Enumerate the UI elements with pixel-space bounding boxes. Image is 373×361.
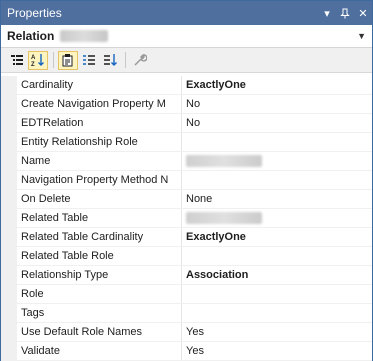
row-gutter — [1, 247, 17, 265]
property-row[interactable]: On Delete None — [1, 190, 372, 209]
property-value[interactable] — [182, 247, 372, 265]
row-gutter — [1, 171, 17, 189]
events-icon[interactable] — [79, 51, 99, 70]
row-gutter — [1, 342, 17, 360]
property-row[interactable]: Create Navigation Property M No — [1, 95, 372, 114]
title-bar: Properties ▾ ✕ — [1, 1, 372, 25]
row-gutter — [1, 285, 17, 303]
property-value[interactable] — [182, 152, 372, 170]
property-row[interactable]: Entity Relationship Role — [1, 133, 372, 152]
property-value[interactable]: Association — [182, 266, 372, 284]
property-name: Related Table Role — [17, 247, 182, 265]
row-gutter — [1, 95, 17, 113]
property-value[interactable] — [182, 133, 372, 151]
property-name: Tags — [17, 304, 182, 322]
property-row[interactable]: EDTRelation No — [1, 114, 372, 133]
property-row[interactable]: Related Table Cardinality ExactlyOne — [1, 228, 372, 247]
property-name: Navigation Property Method N — [17, 171, 182, 189]
property-row[interactable]: Related Table — [1, 209, 372, 228]
alphabetical-icon[interactable]: AZ — [28, 50, 48, 70]
row-gutter — [1, 304, 17, 322]
properties-toolbar: AZ — [1, 48, 372, 73]
property-value[interactable] — [182, 285, 372, 303]
property-name: Validate — [17, 342, 182, 360]
property-value[interactable]: Yes — [182, 323, 372, 341]
property-name: Related Table Cardinality — [17, 228, 182, 246]
row-gutter — [1, 152, 17, 170]
property-row[interactable]: Relationship Type Association — [1, 266, 372, 285]
row-gutter — [1, 133, 17, 151]
properties-icon[interactable] — [58, 50, 78, 70]
sort-icon[interactable] — [100, 51, 120, 70]
property-name: Cardinality — [17, 76, 182, 94]
property-value[interactable]: No — [182, 95, 372, 113]
property-grid: Cardinality ExactlyOne Create Navigation P… — [1, 76, 372, 361]
object-name-redacted — [60, 30, 109, 42]
property-name: On Delete — [17, 190, 182, 208]
dropdown-arrow-icon[interactable]: ▾ — [318, 4, 336, 22]
property-row[interactable]: Use Default Role Names Yes — [1, 323, 372, 342]
property-name: EDTRelation — [17, 114, 182, 132]
property-row[interactable]: Related Table Role — [1, 247, 372, 266]
properties-window: Properties ▾ ✕ Relation ▼ AZ Cardinality… — [0, 0, 373, 361]
property-value[interactable]: ExactlyOne — [182, 228, 372, 246]
svg-text:Z: Z — [31, 62, 35, 67]
wrench-icon[interactable] — [130, 51, 150, 70]
property-row[interactable]: Name — [1, 152, 372, 171]
property-name: Use Default Role Names — [17, 323, 182, 341]
property-value[interactable]: Yes — [182, 342, 372, 360]
property-row[interactable]: Cardinality ExactlyOne — [1, 76, 372, 95]
row-gutter — [1, 190, 17, 208]
row-gutter — [1, 114, 17, 132]
property-row[interactable]: Validate Yes — [1, 342, 372, 361]
property-value[interactable] — [182, 304, 372, 322]
property-value[interactable] — [182, 209, 372, 227]
property-name: Role — [17, 285, 182, 303]
chevron-down-icon[interactable]: ▼ — [357, 31, 366, 41]
row-gutter — [1, 323, 17, 341]
row-gutter — [1, 76, 17, 94]
toolbar-separator — [53, 52, 54, 68]
toolbar-separator — [125, 52, 126, 68]
object-type-label: Relation — [7, 29, 55, 43]
object-selector[interactable]: Relation ▼ — [1, 25, 372, 48]
categorized-icon[interactable] — [7, 51, 27, 70]
row-gutter — [1, 209, 17, 227]
property-row[interactable]: Role — [1, 285, 372, 304]
redacted-value — [186, 212, 262, 224]
property-name: Relationship Type — [17, 266, 182, 284]
property-name: Entity Relationship Role — [17, 133, 182, 151]
property-row[interactable]: Tags — [1, 304, 372, 323]
redacted-value — [186, 155, 262, 167]
property-name: Related Table — [17, 209, 182, 227]
property-value[interactable]: ExactlyOne — [182, 76, 372, 94]
svg-text:A: A — [31, 55, 36, 61]
property-name: Name — [17, 152, 182, 170]
property-value[interactable]: No — [182, 114, 372, 132]
pin-icon[interactable] — [336, 4, 354, 22]
row-gutter — [1, 266, 17, 284]
property-value[interactable]: None — [182, 190, 372, 208]
property-name: Create Navigation Property M — [17, 95, 182, 113]
row-gutter — [1, 228, 17, 246]
close-icon[interactable]: ✕ — [354, 4, 372, 22]
property-row[interactable]: Navigation Property Method N — [1, 171, 372, 190]
property-value[interactable] — [182, 171, 372, 189]
window-title: Properties — [7, 6, 62, 20]
